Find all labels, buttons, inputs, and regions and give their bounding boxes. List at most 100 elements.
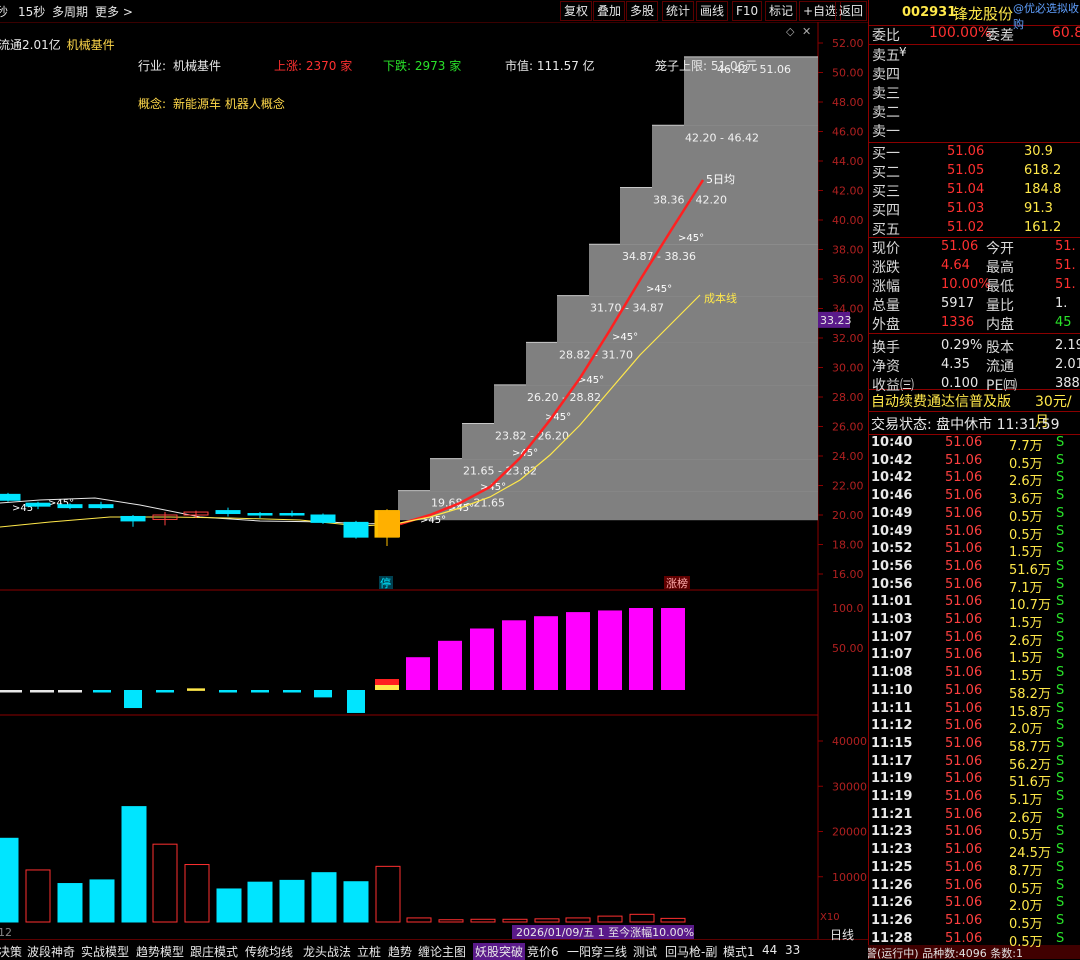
tick-row[interactable]: 11:23 51.06 24.5万 S xyxy=(869,842,1080,861)
tick-side: S xyxy=(1056,753,1065,769)
stat-value: 4.64 xyxy=(941,258,970,273)
tick-row[interactable]: 11:01 51.06 10.7万 S xyxy=(869,594,1080,614)
tab-12[interactable]: 一阳穿三线 xyxy=(567,943,627,960)
tick-row[interactable]: 11:28 51.06 0.5万 S xyxy=(869,930,1080,950)
multi-stock-button[interactable]: 多股 xyxy=(626,1,659,21)
tab-11[interactable]: 竞价6 xyxy=(527,943,559,960)
tick-row[interactable]: 11:11 51.06 15.8万 S xyxy=(869,700,1080,720)
tick-row[interactable]: 10:56 51.06 7.1万 S xyxy=(869,577,1080,596)
price-tick-label: 20.00 xyxy=(832,509,864,522)
tick-price: 51.06 xyxy=(945,877,983,893)
tab-14[interactable]: 回马枪-副 xyxy=(665,943,717,960)
tick-row[interactable]: 11:23 51.06 0.5万 S xyxy=(869,824,1080,843)
tick-row[interactable]: 11:07 51.06 1.5万 S xyxy=(869,647,1080,666)
tick-price: 51.06 xyxy=(945,505,983,521)
back-button[interactable]: 返回 xyxy=(835,1,868,21)
period-15s[interactable]: 15秒 xyxy=(18,3,45,20)
period-second[interactable]: 秒 xyxy=(0,3,8,20)
tick-row[interactable]: 11:17 51.06 56.2万 S xyxy=(869,753,1080,773)
buy-row-3[interactable]: 买三 51.04 184.8 xyxy=(869,181,1080,200)
buy-row-2[interactable]: 买二 51.05 618.2 xyxy=(869,162,1080,181)
draw-line-button[interactable]: 画线 xyxy=(696,1,729,21)
tab-7[interactable]: 立桩 xyxy=(357,943,381,960)
tick-volume: 10.7万 xyxy=(1009,598,1051,614)
tick-row[interactable]: 10:42 51.06 0.5万 S xyxy=(869,453,1080,472)
tab-6[interactable]: 龙头战法 xyxy=(303,943,351,960)
kline-chart[interactable]: 16.00 18.00 20.00 22.00 24.00 26.00 28.00 30.00… xyxy=(0,22,868,939)
candle-body xyxy=(343,521,369,538)
tick-row[interactable]: 11:15 51.06 58.7万 S xyxy=(869,736,1080,755)
tick-row[interactable]: 10:52 51.06 1.5万 S xyxy=(869,541,1080,560)
volume-bar xyxy=(565,917,591,923)
tick-row[interactable]: 11:10 51.06 58.2万 S xyxy=(869,683,1080,702)
ma20-line xyxy=(0,516,401,528)
buy-row-5[interactable]: 买五 51.02 161.2 xyxy=(869,219,1080,238)
buy-row-4[interactable]: 买四 51.03 91.3 xyxy=(869,200,1080,219)
tick-row[interactable]: 10:49 51.06 0.5万 S xyxy=(869,505,1080,525)
chart-area[interactable]: 16.00 18.00 20.00 22.00 24.00 26.00 28.00 30.00… xyxy=(0,22,868,939)
more-menu[interactable]: 更多 > xyxy=(95,3,133,20)
industry-value[interactable]: 机械基件 xyxy=(173,57,221,74)
tick-row[interactable]: 11:26 51.06 0.5万 S xyxy=(869,877,1080,897)
f10-button[interactable]: F10 xyxy=(732,1,763,21)
limit-candle xyxy=(378,510,400,538)
tick-row[interactable]: 11:03 51.06 1.5万 S xyxy=(869,612,1080,631)
tick-row[interactable]: 11:19 51.06 5.1万 S xyxy=(869,789,1080,808)
sell-row-5[interactable]: 卖五 ¥ xyxy=(869,45,1080,64)
tick-row[interactable]: 10:49 51.06 0.5万 S xyxy=(869,524,1080,543)
ratio-label: 委比 xyxy=(872,28,900,44)
diamond-icon[interactable]: ◇ xyxy=(786,25,794,38)
tab-17[interactable]: 33 xyxy=(785,943,800,957)
stat-value-2: 51. xyxy=(1055,239,1076,254)
tick-volume: 7.1万 xyxy=(1009,580,1043,596)
overlay-button[interactable]: 叠加 xyxy=(593,1,626,21)
tick-row[interactable]: 10:42 51.06 2.6万 S xyxy=(869,470,1080,489)
sell-row-1[interactable]: 卖一 xyxy=(869,121,1080,140)
tick-row[interactable]: 11:19 51.06 51.6万 S xyxy=(869,771,1080,790)
tab-4[interactable]: 跟庄模式 xyxy=(190,943,238,960)
sell-row-3[interactable]: 卖三 xyxy=(869,83,1080,102)
settings-icon[interactable]: ✕ xyxy=(802,25,811,38)
tab-13[interactable]: 测试 xyxy=(633,943,657,960)
tick-row[interactable]: 11:25 51.06 8.7万 S xyxy=(869,860,1080,879)
concept-value[interactable]: 新能源车 机器人概念 xyxy=(173,95,285,112)
tick-price: 51.06 xyxy=(945,541,983,557)
tab-3[interactable]: 趋势模型 xyxy=(136,943,184,960)
buy-label: 买五 xyxy=(872,222,900,238)
tab-9[interactable]: 缠论主图 xyxy=(418,943,466,960)
tab-0[interactable]: 决策 xyxy=(0,943,22,960)
tick-row[interactable]: 10:56 51.06 51.6万 S xyxy=(869,559,1080,578)
tab-10[interactable]: 妖股突破 xyxy=(473,943,526,960)
tick-time: 11:28 xyxy=(871,930,913,946)
mark-button[interactable]: 标记 xyxy=(765,1,798,21)
volume-axis-label: 10000 xyxy=(832,871,867,884)
tick-row[interactable]: 10:40 51.06 7.7万 S xyxy=(869,435,1080,454)
indicator-bar xyxy=(0,690,22,693)
tab-5[interactable]: 传统均线 xyxy=(245,943,293,960)
tick-row[interactable]: 11:26 51.06 2.0万 S xyxy=(869,895,1080,914)
tick-row[interactable]: 10:46 51.06 3.6万 S xyxy=(869,488,1080,507)
tick-side: S xyxy=(1056,594,1065,610)
buy-label: 买三 xyxy=(872,184,900,200)
stock-code: 002931 xyxy=(902,5,957,20)
statistics-button[interactable]: 统计 xyxy=(662,1,695,21)
sell-row-2[interactable]: 卖二 xyxy=(869,102,1080,121)
tick-row[interactable]: 11:07 51.06 2.6万 S xyxy=(869,630,1080,649)
tick-row[interactable]: 11:26 51.06 0.5万 S xyxy=(869,913,1080,932)
stat-label-2: 量比 xyxy=(986,298,1014,314)
tick-row[interactable]: 11:12 51.06 2.0万 S xyxy=(869,718,1080,737)
sell-row-4[interactable]: 卖四 xyxy=(869,64,1080,83)
tick-price: 51.06 xyxy=(945,700,983,716)
tab-16[interactable]: 44 xyxy=(762,943,777,957)
tab-15[interactable]: 模式1 xyxy=(723,943,755,960)
tick-row[interactable]: 11:08 51.06 1.5万 S xyxy=(869,665,1080,684)
tab-2[interactable]: 实战模型 xyxy=(81,943,129,960)
tick-row[interactable]: 11:21 51.06 2.6万 S xyxy=(869,807,1080,826)
price-tick-label: 48.00 xyxy=(832,96,864,109)
tab-8[interactable]: 趋势 xyxy=(388,943,412,960)
period-label[interactable]: 日线 xyxy=(830,926,854,943)
tab-1[interactable]: 波段神奇 xyxy=(27,943,75,960)
restore-rights-button[interactable]: 复权 xyxy=(560,1,593,21)
multi-period[interactable]: 多周期 xyxy=(52,3,88,20)
buy-row-1[interactable]: 买一 51.06 30.9 xyxy=(869,143,1080,162)
